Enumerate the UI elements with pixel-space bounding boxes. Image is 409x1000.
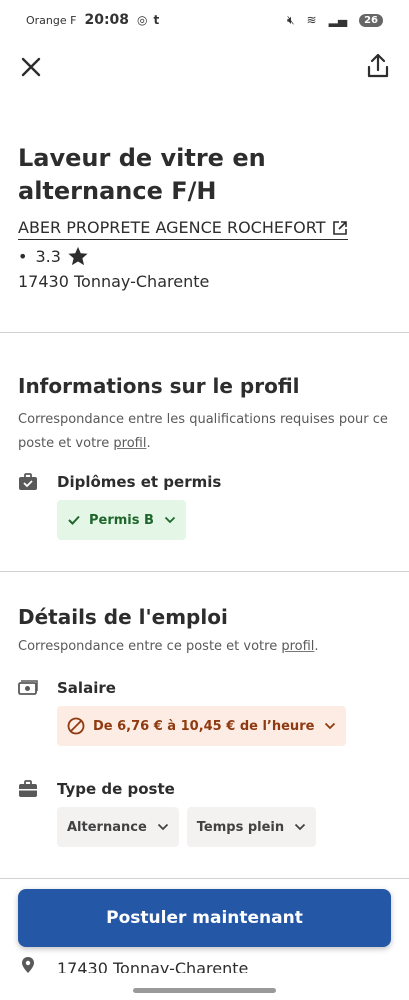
wifi-icon: ≋ [306, 13, 317, 27]
salary-field: Salaire De 6,76 € à 10,45 € de l’heure [18, 678, 393, 746]
check-icon [67, 513, 81, 527]
job-header: Laveur de vitre en alternance F/H ABER P… [18, 142, 393, 291]
divider [0, 332, 409, 333]
company-rating: • 3.3 [18, 245, 393, 267]
clock: 20:08 [84, 12, 130, 28]
chevron-down-icon [164, 516, 176, 524]
alternance-chip[interactable]: Alternance [57, 807, 179, 847]
carrier-name: Orange F [26, 13, 77, 27]
money-icon [18, 678, 38, 698]
profile-section: Informations sur le profil Correspondanc… [18, 372, 393, 456]
location-text: 17430 Tonnay-Charente [57, 959, 249, 973]
external-link-icon [332, 220, 347, 235]
diplomas-field: Diplômes et permis Permis B [18, 472, 393, 540]
job-type-field: Type de poste Alternance Temps plein [18, 779, 393, 847]
rating-value: 3.3 [35, 246, 61, 266]
chevron-down-icon [157, 823, 169, 831]
status-bar: Orange F 20:08 ◎ t 🔇︎ ≋ ▂▄ 26 [0, 0, 409, 40]
instagram-icon: ◎ [137, 13, 148, 27]
top-bar [0, 40, 409, 94]
share-icon [367, 53, 389, 78]
location-row: 17430 Tonnay-Charente [18, 955, 393, 973]
salary-chip[interactable]: De 6,76 € à 10,45 € de l’heure [57, 706, 347, 746]
salary-label: Salaire [57, 679, 116, 697]
chevron-down-icon [324, 722, 336, 730]
profile-section-desc: Correspondance entre les qualifications … [18, 412, 388, 451]
bullet: • [18, 246, 28, 266]
permis-b-chip[interactable]: Permis B [57, 500, 186, 540]
briefcase-icon [18, 779, 38, 799]
share-button[interactable] [365, 52, 391, 80]
divider [0, 878, 409, 879]
job-title: Laveur de vitre en alternance F/H [18, 144, 266, 205]
apply-now-button[interactable]: Postuler maintenant [18, 889, 391, 947]
home-indicator[interactable] [133, 988, 276, 993]
battery-indicator: 26 [359, 13, 383, 27]
signal-icon: ▂▄ [328, 13, 348, 27]
temps-plein-chip[interactable]: Temps plein [186, 807, 317, 847]
job-details-section: Détails de l'emploi Correspondance entre… [18, 603, 393, 659]
diplomas-label: Diplômes et permis [57, 473, 222, 491]
job-type-label: Type de poste [57, 780, 175, 798]
star-icon [68, 246, 88, 266]
chevron-down-icon [294, 823, 306, 831]
job-location: 17430 Tonnay-Charente [18, 272, 210, 291]
close-button[interactable] [18, 54, 44, 80]
profile-link[interactable]: profil [113, 436, 146, 451]
profile-section-title: Informations sur le profil [18, 374, 300, 398]
not-allowed-icon [67, 717, 85, 735]
job-details-desc: Correspondance entre ce poste et votre p… [18, 639, 319, 654]
company-link[interactable]: ABER PROPRETE AGENCE ROCHEFORT [18, 218, 348, 240]
job-details-title: Détails de l'emploi [18, 605, 228, 629]
mute-icon: 🔇︎ [286, 12, 295, 27]
briefcase-check-icon [18, 472, 38, 492]
location-icon [18, 955, 38, 973]
profile-link[interactable]: profil [281, 639, 314, 654]
close-icon [21, 57, 41, 77]
tumblr-icon: t [153, 13, 160, 27]
divider [0, 571, 409, 572]
company-name: ABER PROPRETE AGENCE ROCHEFORT [18, 218, 326, 237]
